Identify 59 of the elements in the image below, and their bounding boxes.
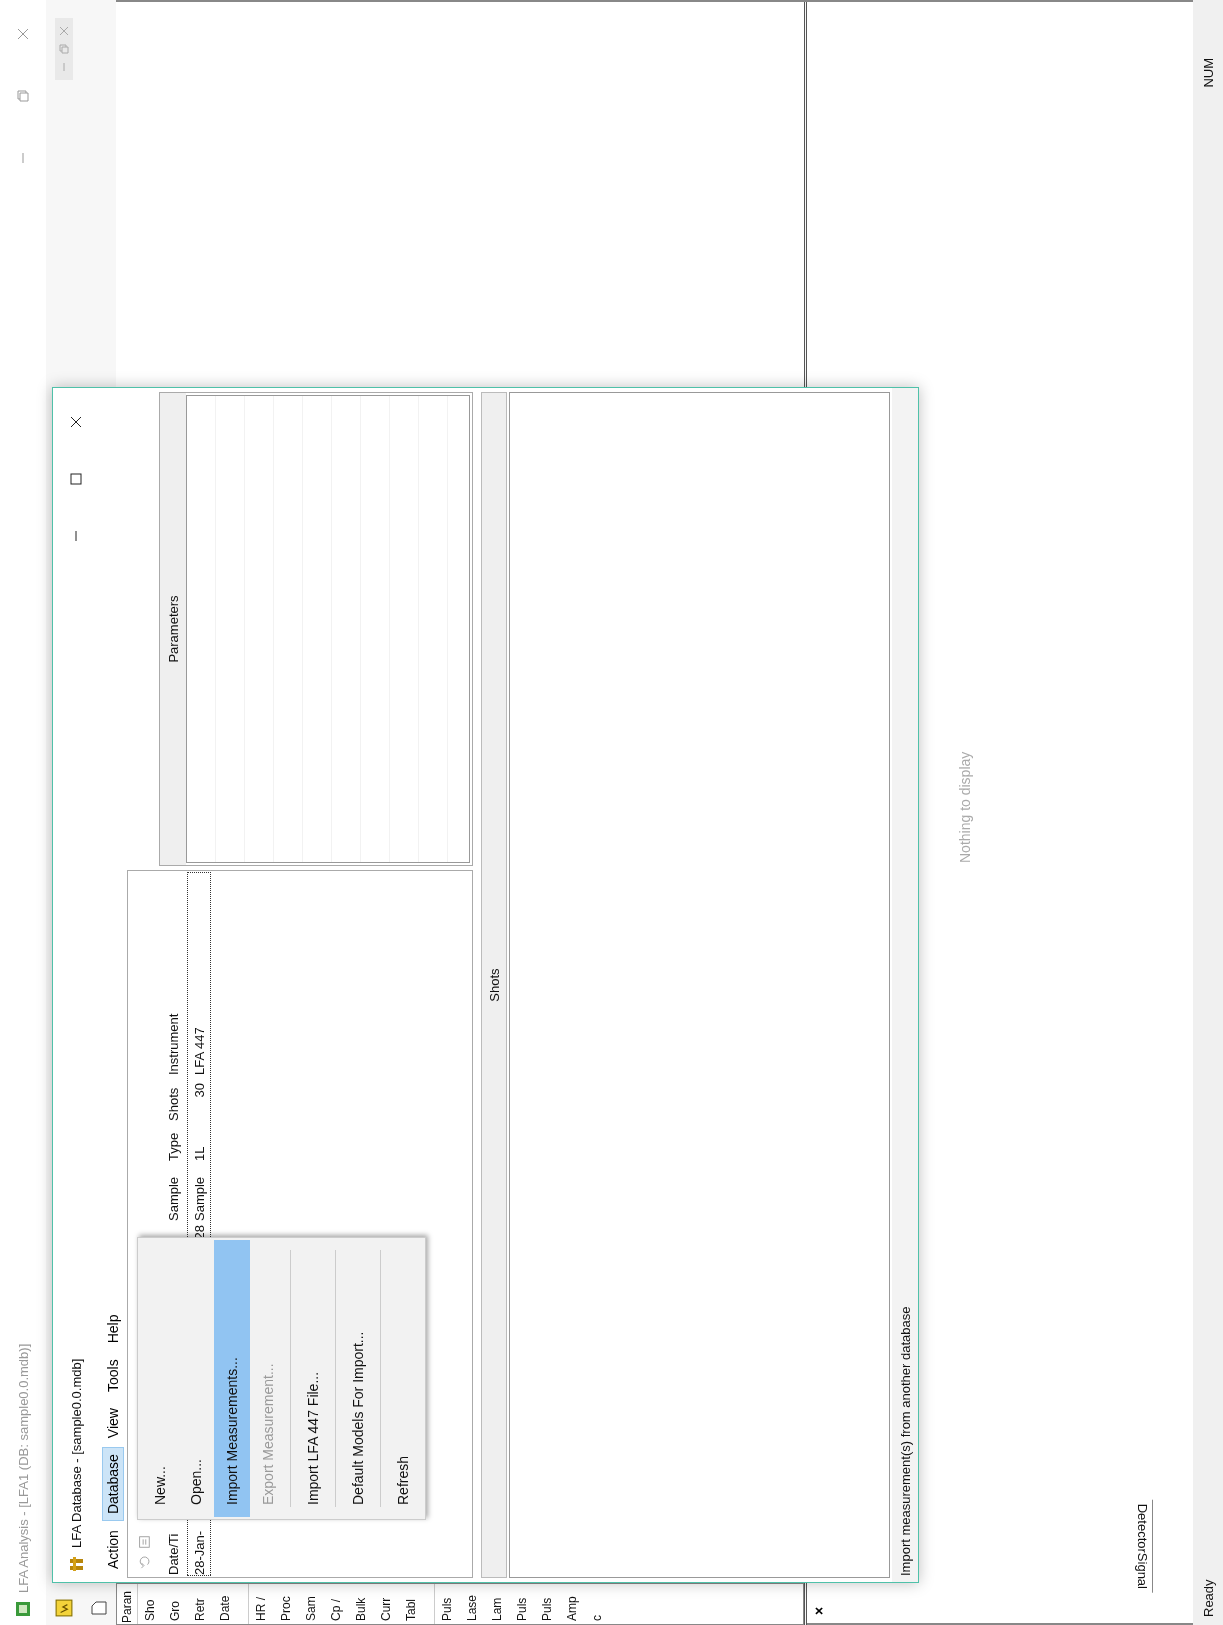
document-icon[interactable] bbox=[55, 1599, 73, 1617]
property-label: Curr bbox=[378, 1596, 394, 1623]
table-cell-text: LFA 447 bbox=[191, 1026, 207, 1077]
table-cell: 28-Jan- bbox=[191, 1530, 207, 1575]
property-label: Gro bbox=[167, 1600, 183, 1623]
column-header[interactable]: Type bbox=[165, 1123, 181, 1163]
property-label: c bbox=[589, 1614, 605, 1623]
property-label: Date bbox=[217, 1594, 233, 1623]
property-label: Lase bbox=[464, 1593, 480, 1623]
window-title: LFA Database - [sample0.0.mdb] bbox=[68, 1358, 84, 1548]
panel-header: Parameters bbox=[160, 393, 186, 865]
property-label: Retr bbox=[192, 1597, 208, 1623]
menu-item[interactable]: Help bbox=[102, 1307, 124, 1351]
property-label: Puls bbox=[439, 1596, 455, 1623]
menu-item[interactable]: View bbox=[102, 1401, 124, 1446]
property-label: Tabl bbox=[403, 1598, 419, 1623]
status-text: Ready bbox=[1200, 1579, 1216, 1617]
panel-tab[interactable]: DetectorSignal bbox=[1133, 1499, 1153, 1593]
column-header[interactable]: Sample bbox=[165, 1163, 181, 1223]
menu-item[interactable]: Import LFA 447 File... bbox=[295, 1240, 331, 1517]
table-cell-text: 30 bbox=[191, 1082, 207, 1100]
undo-icon[interactable] bbox=[137, 1555, 151, 1569]
status-indicator: NUM bbox=[1200, 58, 1216, 88]
panel-header: Paran bbox=[119, 1589, 135, 1624]
close-icon[interactable] bbox=[70, 416, 82, 428]
table-cell-text: 1L bbox=[191, 1145, 207, 1163]
menu-item[interactable]: Import Measurements... bbox=[214, 1240, 250, 1517]
property-label: Sho bbox=[142, 1598, 158, 1623]
property-label: Lam bbox=[489, 1596, 505, 1623]
menu-item[interactable]: Action bbox=[102, 1523, 124, 1576]
panel-header: Shots bbox=[481, 392, 507, 1578]
column-header[interactable]: Instrument bbox=[165, 983, 181, 1081]
status-text: Import measurement(s) from another database bbox=[892, 388, 918, 1582]
menu-item[interactable]: Default Models For Import... bbox=[340, 1240, 376, 1517]
new-file-icon[interactable] bbox=[91, 1601, 107, 1615]
property-label: Proc bbox=[278, 1595, 294, 1623]
window-title: LFA Analysis - [LFA1 (DB: sample0.0.mdb)] bbox=[15, 1343, 31, 1593]
property-label: Cp / bbox=[328, 1598, 344, 1623]
empty-message: Nothing to display bbox=[957, 751, 973, 863]
property-label: Puls bbox=[514, 1596, 530, 1623]
database-icon[interactable] bbox=[137, 1535, 151, 1549]
property-label: Puls bbox=[539, 1596, 555, 1623]
menu-item[interactable]: Open... bbox=[178, 1240, 214, 1517]
property-label: Sam bbox=[303, 1595, 319, 1623]
property-label: HR / bbox=[253, 1596, 269, 1623]
app-icon bbox=[68, 1556, 84, 1572]
menu-item[interactable]: New... bbox=[142, 1240, 178, 1517]
table-cell-text: Sample bbox=[191, 1175, 207, 1223]
close-button[interactable]: × bbox=[811, 1602, 827, 1619]
menu-item[interactable]: Database bbox=[102, 1447, 124, 1522]
maximize-icon[interactable] bbox=[70, 473, 82, 485]
property-label: Amp bbox=[564, 1595, 580, 1623]
menu-item[interactable]: Refresh bbox=[385, 1240, 421, 1517]
restore-icon[interactable] bbox=[17, 90, 29, 102]
restore-icon[interactable] bbox=[59, 44, 69, 54]
column-header[interactable]: Shots bbox=[165, 1081, 181, 1123]
property-label: Bulk bbox=[353, 1596, 369, 1623]
app-icon bbox=[15, 1601, 31, 1617]
menu-item[interactable]: Tools bbox=[102, 1352, 124, 1400]
